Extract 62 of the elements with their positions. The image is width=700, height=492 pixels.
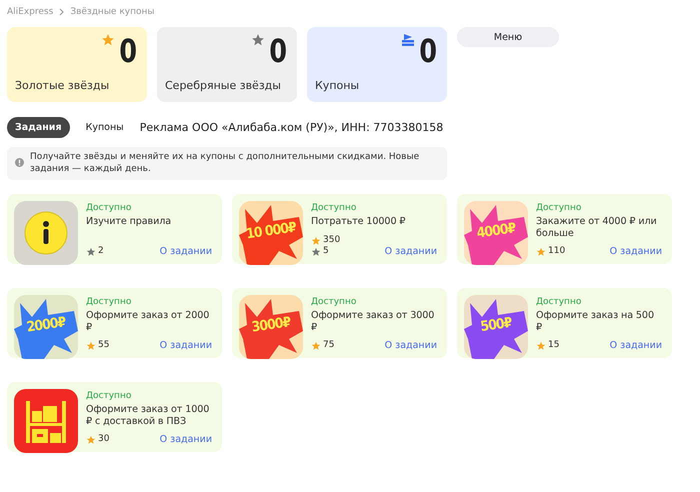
price-burst-icon: 10 000₽ <box>239 201 303 265</box>
reward-amount: 30 <box>98 434 110 445</box>
breadcrumb-link[interactable]: AliExpress <box>7 7 54 17</box>
price-burst-icon: 4000₽ <box>464 201 528 265</box>
menu-button[interactable]: Меню <box>457 27 559 47</box>
reward-amount: 15 <box>548 340 560 351</box>
task-title: Изучите правила <box>86 216 172 229</box>
balance-value: 0 <box>268 33 287 69</box>
reward-amount: 350 <box>323 235 340 246</box>
star-icon <box>86 246 96 256</box>
info-icon <box>15 158 24 167</box>
task-details-link[interactable]: О задании <box>160 434 212 445</box>
info-tile-icon <box>14 201 78 265</box>
shelf-boxes-icon <box>14 389 78 453</box>
task-title: Оформите заказ от 1000 ₽ с доставкой в ПВЗ <box>86 404 210 428</box>
chevron-right-icon <box>59 8 64 16</box>
task-status: Доступно <box>536 297 582 307</box>
task-title: Закажите от 4000 ₽ или больше <box>536 216 658 240</box>
price-burst-icon: 3000₽ <box>239 295 303 359</box>
tab[interactable]: Задания <box>7 117 70 138</box>
star-icon <box>311 236 321 246</box>
star-icon <box>536 246 546 256</box>
star-icon <box>86 434 96 444</box>
task-status: Доступно <box>86 297 132 307</box>
task-title: Оформите заказ от 3000 ₽ <box>311 310 436 334</box>
star-icon <box>100 33 115 47</box>
task-details-link[interactable]: О задании <box>160 246 212 257</box>
balance-value: 0 <box>418 33 437 69</box>
task-title: Оформите заказ на 500 ₽ <box>536 310 655 334</box>
star-icon <box>536 340 546 350</box>
star-icon <box>250 33 265 47</box>
balance-label: Купоны <box>315 79 360 92</box>
tab[interactable]: Купоны <box>78 117 132 138</box>
reward-amount: 75 <box>323 340 334 351</box>
reward-amount: 55 <box>98 340 110 351</box>
reward-amount: 2 <box>98 246 104 257</box>
task-details-link[interactable]: О задании <box>384 340 437 351</box>
info-text: Получайте звёзды и меняйте их на купоны с дополнительными скидками. Новые задания — каждый день. <box>30 152 420 175</box>
task-title: Потратьте 10000 ₽ <box>311 216 406 229</box>
task-status: Доступно <box>311 297 358 307</box>
task-status: Доступно <box>536 203 582 213</box>
coupon-icon <box>400 33 415 47</box>
reward-amount: 110 <box>548 246 566 257</box>
balance-label: Золотые звёзды <box>15 79 110 92</box>
star-icon <box>311 246 321 256</box>
task-details-link[interactable]: О задании <box>610 340 662 351</box>
star-icon <box>311 340 321 350</box>
star-icon <box>86 340 96 350</box>
price-burst-icon: 2000₽ <box>14 295 78 359</box>
task-details-link[interactable]: О задании <box>610 246 662 257</box>
price-burst-icon: 500₽ <box>464 295 528 359</box>
balance-value: 0 <box>118 33 137 69</box>
task-status: Доступно <box>311 203 358 213</box>
breadcrumb-link[interactable]: Звёздные купоны <box>70 7 154 17</box>
task-status: Доступно <box>86 203 132 213</box>
reward-amount: 5 <box>323 246 329 257</box>
task-status: Доступно <box>86 391 132 401</box>
balance-label: Серебряные звёзды <box>165 79 282 92</box>
task-details-link[interactable]: О задании <box>160 340 212 351</box>
task-title: Оформите заказ от 2000 ₽ <box>86 310 210 334</box>
task-details-link[interactable]: О задании <box>384 246 437 257</box>
ad-notice: Реклама ООО «Алибаба.ком (РУ)», ИНН: 7703380158 <box>140 121 444 134</box>
